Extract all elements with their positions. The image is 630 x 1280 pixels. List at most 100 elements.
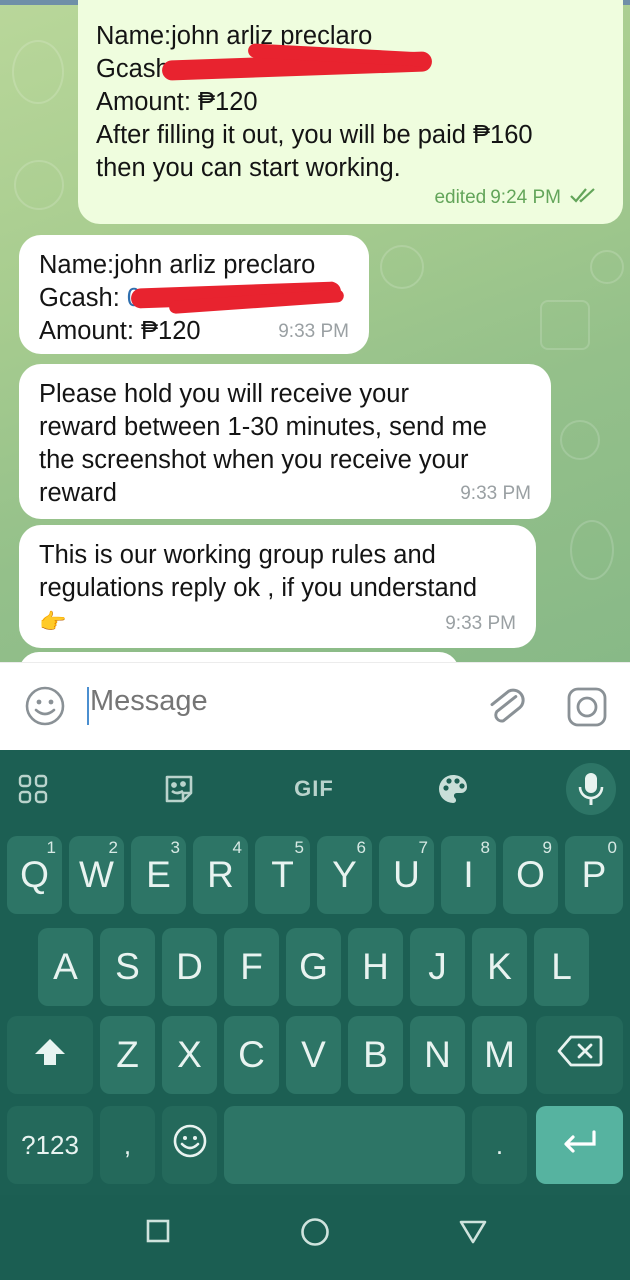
wallpaper-doodle [12,40,64,104]
message-line: This is our working group rules and [39,541,436,569]
key-q[interactable]: Q1 [7,836,62,914]
key-z[interactable]: Z [100,1016,155,1094]
backspace-key[interactable] [536,1016,623,1094]
shift-icon [33,1034,67,1076]
key-i[interactable]: I8 [441,836,496,914]
message-input[interactable] [90,685,450,718]
message-time: 9:24 PM [490,187,561,208]
key-t[interactable]: T5 [255,836,310,914]
key-number-hint: 0 [607,838,617,857]
message-bubble-incoming[interactable]: Name:john arliz preclaro Gcash: 0 Amount… [19,235,369,354]
key-label: R [207,854,234,895]
key-number-hint: 5 [294,838,304,857]
key-n[interactable]: N [410,1016,465,1094]
key-r[interactable]: R4 [193,836,248,914]
key-a[interactable]: A [38,928,93,1006]
message-time: 9:33 PM [445,613,516,634]
key-j[interactable]: J [410,928,465,1006]
double-check-icon [569,181,599,214]
key-label: T [271,854,294,895]
wallpaper-doodle [570,520,614,580]
key-d[interactable]: D [162,928,217,1006]
message-line: the screenshot when you receive your [39,446,469,474]
message-line: Amount: ₱120 [96,88,258,116]
key-y[interactable]: Y6 [317,836,372,914]
message-input-bar [0,662,630,751]
message-line: reward between 1-30 minutes, send me [39,413,487,441]
key-number-hint: 2 [108,838,118,857]
camera-icon[interactable] [566,686,608,728]
key-o[interactable]: O9 [503,836,558,914]
emoji-icon[interactable] [24,685,66,727]
emoji-icon [172,1123,208,1168]
backspace-icon [557,1034,603,1076]
key-label: P [581,854,607,895]
message-time: 9:33 PM [460,483,531,504]
wallpaper-doodle [380,245,424,289]
message-line: Name:john arliz preclaro [39,251,316,279]
message-line: Please hold you will receive your [39,380,409,408]
apps-grid-icon[interactable] [10,762,56,816]
key-number-hint: 9 [542,838,552,857]
key-w[interactable]: W2 [69,836,124,914]
message-text: Gcash: [39,284,127,312]
message-bubble-partial[interactable] [19,652,459,662]
key-label: U [393,854,420,895]
key-l[interactable]: L [534,928,589,1006]
mic-icon[interactable] [566,762,616,816]
symbols-key[interactable]: ?123 [7,1106,93,1184]
key-label: O [516,854,545,895]
key-u[interactable]: U7 [379,836,434,914]
key-number-hint: 6 [356,838,366,857]
wallpaper-doodle [14,160,64,210]
attach-icon[interactable] [484,683,528,729]
key-f[interactable]: F [224,928,279,1006]
key-number-hint: 3 [170,838,180,857]
enter-key[interactable] [536,1106,623,1184]
key-v[interactable]: V [286,1016,341,1094]
key-b[interactable]: B [348,1016,403,1094]
key-label: I [463,854,474,895]
key-c[interactable]: C [224,1016,279,1094]
key-x[interactable]: X [162,1016,217,1094]
message-text: Gcash [96,55,170,83]
message-bubble-incoming[interactable]: Please hold you will receive your reward… [19,364,551,519]
wallpaper-doodle [590,250,624,284]
message-line: After filling it out, you will be paid ₱… [96,121,533,149]
home-circle-icon[interactable] [300,1217,330,1252]
key-label: Y [332,854,357,895]
chat-area[interactable]: Name:john arliz preclaro Gcash Amount: ₱… [0,0,630,662]
key-p[interactable]: P0 [565,836,623,914]
edited-label: edited [434,187,487,208]
system-navigation-bar [0,1195,630,1280]
shift-key[interactable] [7,1016,93,1094]
key-m[interactable]: M [472,1016,527,1094]
key-number-hint: 8 [480,838,490,857]
text-cursor [87,687,89,725]
keyboard-emoji-key[interactable] [162,1106,217,1184]
message-bubble-incoming[interactable]: This is our working group rules and regu… [19,525,536,648]
key-g[interactable]: G [286,928,341,1006]
message-line: regulations reply ok , if you understand [39,574,478,602]
key-label: W [79,854,114,895]
back-triangle-icon[interactable] [458,1219,488,1250]
key-number-hint: 7 [418,838,428,857]
gif-button[interactable]: GIF [288,762,340,816]
sticker-icon[interactable] [156,762,202,816]
comma-key[interactable]: , [100,1106,155,1184]
key-h[interactable]: H [348,928,403,1006]
period-key[interactable]: . [472,1106,527,1184]
key-k[interactable]: K [472,928,527,1006]
palette-icon[interactable] [430,762,476,816]
message-time: 9:33 PM [278,321,349,342]
soft-keyboard: GIF Q1 W2 E3 R4 T5 Y6 U7 I8 O9 P0 A S D … [0,750,630,1195]
recents-square-icon[interactable] [146,1219,170,1248]
key-number-hint: 1 [46,838,56,857]
enter-icon [560,1124,600,1166]
space-key[interactable] [224,1106,465,1184]
message-meta: edited 9:24 PM [434,181,599,214]
key-s[interactable]: S [100,928,155,1006]
message-bubble-outgoing[interactable]: Name:john arliz preclaro Gcash Amount: ₱… [78,0,623,224]
wallpaper-doodle [560,420,600,460]
key-e[interactable]: E3 [131,836,186,914]
